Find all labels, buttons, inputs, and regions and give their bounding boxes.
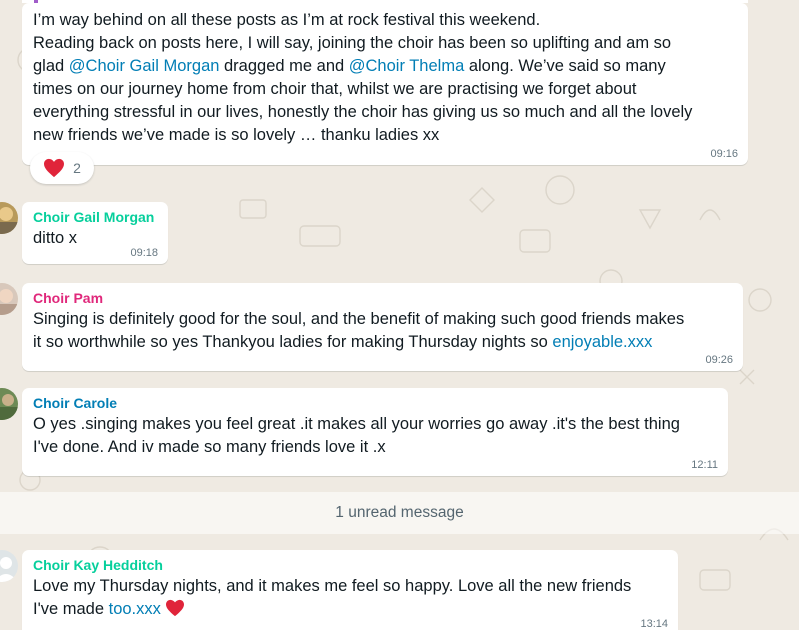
message-line: O yes .singing makes you feel great .it … xyxy=(33,415,680,433)
unread-message-label: 1 unread message xyxy=(335,504,464,521)
message-bubble-2[interactable]: Choir Gail Morgan ditto x 09:18 xyxy=(22,202,168,264)
avatar[interactable] xyxy=(0,550,18,582)
message-timestamp: 13:14 xyxy=(640,618,668,630)
message-line: I've made xyxy=(33,600,109,618)
mention-gail-morgan[interactable]: @Choir Gail Morgan xyxy=(69,57,220,75)
message-link[interactable]: enjoyable.xxx xyxy=(552,333,652,351)
avatar-photo-icon xyxy=(0,388,18,420)
sender-name[interactable]: Choir Gail Morgan xyxy=(33,208,159,227)
message-bubble-1[interactable]: I’m way behind on all these posts as I’m… xyxy=(22,3,748,165)
default-avatar-icon xyxy=(0,550,18,582)
message-line-suffix: along. We’ve said so many xyxy=(464,57,666,75)
reaction-count: 2 xyxy=(73,160,81,176)
message-line-middle: dragged me and xyxy=(219,57,349,75)
message-line: everything stressful in our lives, hones… xyxy=(33,103,693,121)
message-line: Reading back on posts here, I will say, … xyxy=(33,34,672,52)
message-line: Singing is definitely good for the soul,… xyxy=(33,310,685,328)
heart-icon xyxy=(166,599,185,617)
reaction-badge[interactable]: 2 xyxy=(30,152,94,184)
message-line: new friends we’ve made is so lovely … th… xyxy=(33,126,440,144)
message-bubble-4[interactable]: Choir Carole O yes .singing makes you fe… xyxy=(22,388,728,476)
message-line: I've done. And iv made so many friends l… xyxy=(33,438,386,456)
message-line: Love my Thursday nights, and it makes me… xyxy=(33,577,632,595)
sender-name[interactable]: Choir Kay Hedditch xyxy=(33,556,669,575)
message-timestamp: 09:26 xyxy=(705,354,733,366)
message-text: Singing is definitely good for the soul,… xyxy=(33,308,734,354)
message-line: I’m way behind on all these posts as I’m… xyxy=(33,11,541,29)
heart-icon xyxy=(44,158,65,178)
sender-name[interactable]: Choir Carole xyxy=(33,394,719,413)
message-timestamp: 09:18 xyxy=(130,247,158,259)
message-text: O yes .singing makes you feel great .it … xyxy=(33,413,719,459)
message-text: Love my Thursday nights, and it makes me… xyxy=(33,575,669,621)
message-timestamp: 09:16 xyxy=(710,148,738,160)
message-bubble-3[interactable]: Choir Pam Singing is definitely good for… xyxy=(22,283,743,371)
avatar[interactable] xyxy=(0,202,18,234)
mention-thelma[interactable]: @Choir Thelma xyxy=(349,57,464,75)
message-text: I’m way behind on all these posts as I’m… xyxy=(33,9,739,147)
unread-divider: 1 unread message xyxy=(0,492,799,534)
avatar[interactable] xyxy=(0,388,18,420)
message-line-prefix: glad xyxy=(33,57,69,75)
message-line: it so worthwhile so yes Thankyou ladies … xyxy=(33,333,553,351)
message-bubble-5[interactable]: Choir Kay Hedditch Love my Thursday nigh… xyxy=(22,550,678,630)
avatar[interactable] xyxy=(0,283,18,315)
avatar-photo-icon xyxy=(0,283,18,315)
avatar-photo-icon xyxy=(0,202,18,234)
message-line: times on our journey home from choir tha… xyxy=(33,80,637,98)
sender-name[interactable]: Choir Pam xyxy=(33,289,734,308)
message-link[interactable]: too.xxx xyxy=(109,600,161,618)
message-timestamp: 12:11 xyxy=(691,459,718,471)
